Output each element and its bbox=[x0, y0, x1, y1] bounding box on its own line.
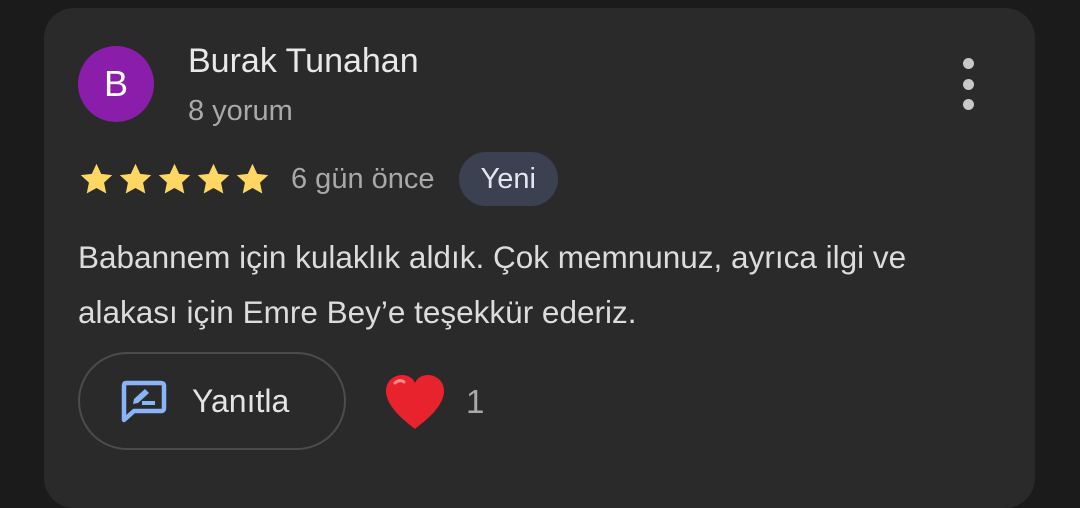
more-vert-icon bbox=[962, 58, 974, 69]
reply-edit-icon bbox=[118, 378, 168, 424]
reply-button[interactable]: Yanıtla bbox=[78, 352, 346, 450]
reply-label: Yanıtla bbox=[192, 382, 290, 419]
avatar-initial: B bbox=[103, 63, 128, 104]
reaction-count: 1 bbox=[466, 383, 485, 420]
star-rating bbox=[78, 161, 271, 198]
star-icon bbox=[234, 161, 271, 198]
rating-row: 6 gün önce Yeni bbox=[78, 152, 558, 206]
review-date: 6 gün önce bbox=[291, 162, 435, 195]
author-name[interactable]: Burak Tunahan bbox=[188, 42, 419, 81]
more-vert-icon-dot bbox=[962, 78, 974, 90]
review-text: Babannem için kulaklık aldık. Çok memnun… bbox=[78, 239, 907, 330]
star-icon bbox=[117, 161, 154, 198]
avatar[interactable]: B bbox=[78, 46, 154, 122]
review-card: B Burak Tunahan 8 yorum 6 gün önce Yeni … bbox=[44, 8, 1035, 508]
reaction-button[interactable]: 1 bbox=[382, 370, 484, 434]
more-vert-icon-dot bbox=[962, 99, 974, 110]
star-icon bbox=[78, 161, 115, 198]
star-icon bbox=[156, 161, 193, 198]
new-badge: Yeni bbox=[458, 152, 558, 206]
star-icon bbox=[195, 161, 232, 198]
red-heart-icon bbox=[382, 371, 448, 433]
more-options-button[interactable] bbox=[950, 58, 986, 110]
author-review-count: 8 yorum bbox=[188, 95, 293, 127]
